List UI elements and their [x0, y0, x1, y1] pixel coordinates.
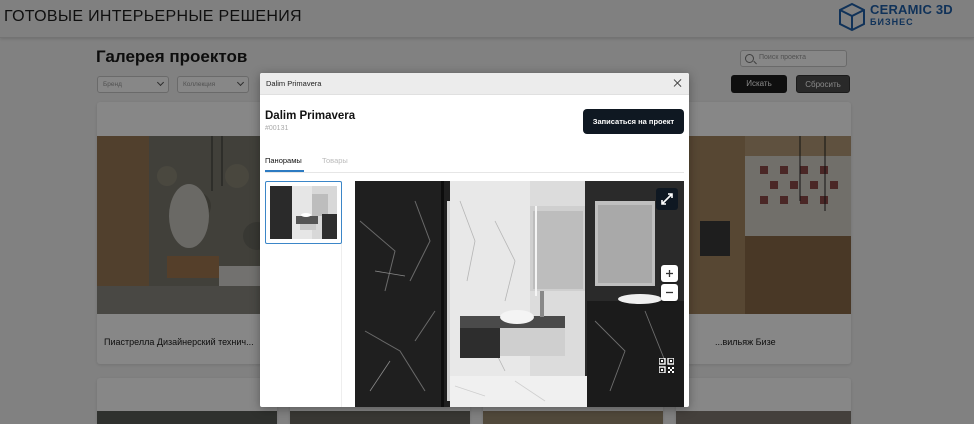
- tab-products[interactable]: Товары: [322, 156, 348, 165]
- book-project-button[interactable]: Записаться на проект: [583, 109, 684, 134]
- project-modal: Dalim Primavera Dalim Primavera #00131 З…: [260, 73, 689, 407]
- panorama-image: [355, 181, 684, 407]
- modal-header-title: Dalim Primavera: [266, 79, 322, 88]
- panorama-thumbnail-image: [270, 186, 337, 239]
- tab-panoramas[interactable]: Панорамы: [265, 156, 302, 165]
- plus-icon: [666, 270, 673, 277]
- fullscreen-button[interactable]: [656, 188, 678, 210]
- zoom-in-button[interactable]: [661, 265, 678, 282]
- close-icon[interactable]: [673, 78, 683, 88]
- tabs-divider: [265, 172, 684, 173]
- project-code: #00131: [265, 125, 289, 132]
- expand-icon: [661, 193, 673, 205]
- project-name: Dalim Primavera: [265, 110, 356, 122]
- panorama-thumbnails: [265, 181, 342, 407]
- panorama-thumbnail[interactable]: [265, 181, 342, 244]
- zoom-out-button[interactable]: [661, 284, 678, 301]
- modal-header: Dalim Primavera: [260, 73, 689, 95]
- panorama-viewer[interactable]: [355, 181, 684, 407]
- minus-icon: [666, 291, 673, 294]
- qr-code-icon[interactable]: [659, 358, 674, 373]
